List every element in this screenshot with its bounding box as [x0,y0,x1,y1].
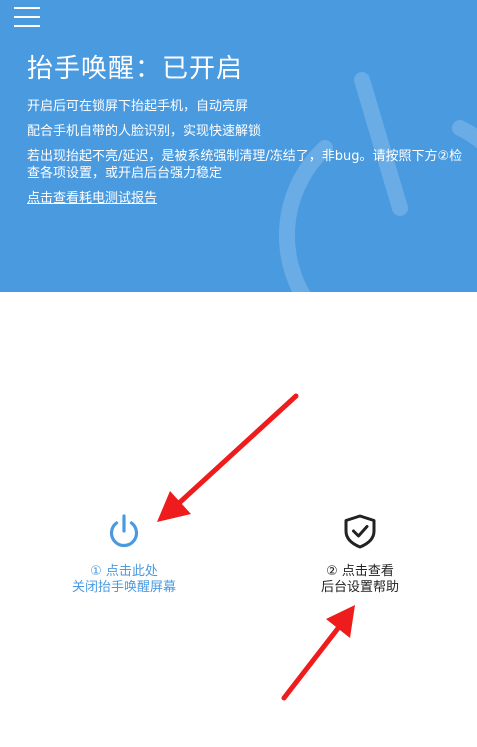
description-line: 配合手机自带的人脸识别，实现快速解锁 [27,124,262,139]
page-title: 抬手唤醒：已开启 [27,54,244,84]
menu-icon-bar [14,16,40,18]
menu-icon-bar [14,7,40,9]
shield-check-icon [344,514,376,549]
arrow-to-help-text [281,605,355,701]
disable-wake-step: ① 点击此处 [90,564,158,579]
background-help-label: 后台设置帮助 [320,580,399,595]
header-banner: 抬手唤醒：已开启 开启后可在锁屏下抬起手机，自动亮屏 配合手机自带的人脸识别，实… [0,0,477,292]
disable-wake-button[interactable]: ① 点击此处 关闭抬手唤醒屏幕 [50,512,198,596]
description: 开启后可在锁屏下抬起手机，自动亮屏 配合手机自带的人脸识别，实现快速解锁 若出现… [27,98,467,207]
background-help-step: ② 点击查看 [326,564,394,579]
description-line: 若出现抬起不亮/延迟，是被系统强制清理/冻结了，非bug。请按照下方②检查各项设… [27,149,463,181]
battery-report-link[interactable]: 点击查看耗电测试报告 [27,190,157,207]
background-help-button[interactable]: ② 点击查看 后台设置帮助 [290,512,430,596]
arrow-to-power-icon [157,393,299,522]
power-icon [109,514,139,548]
menu-button[interactable] [14,4,40,27]
menu-icon-bar [14,25,40,27]
description-line: 开启后可在锁屏下抬起手机，自动亮屏 [27,99,249,114]
disable-wake-label: 关闭抬手唤醒屏幕 [71,580,176,595]
